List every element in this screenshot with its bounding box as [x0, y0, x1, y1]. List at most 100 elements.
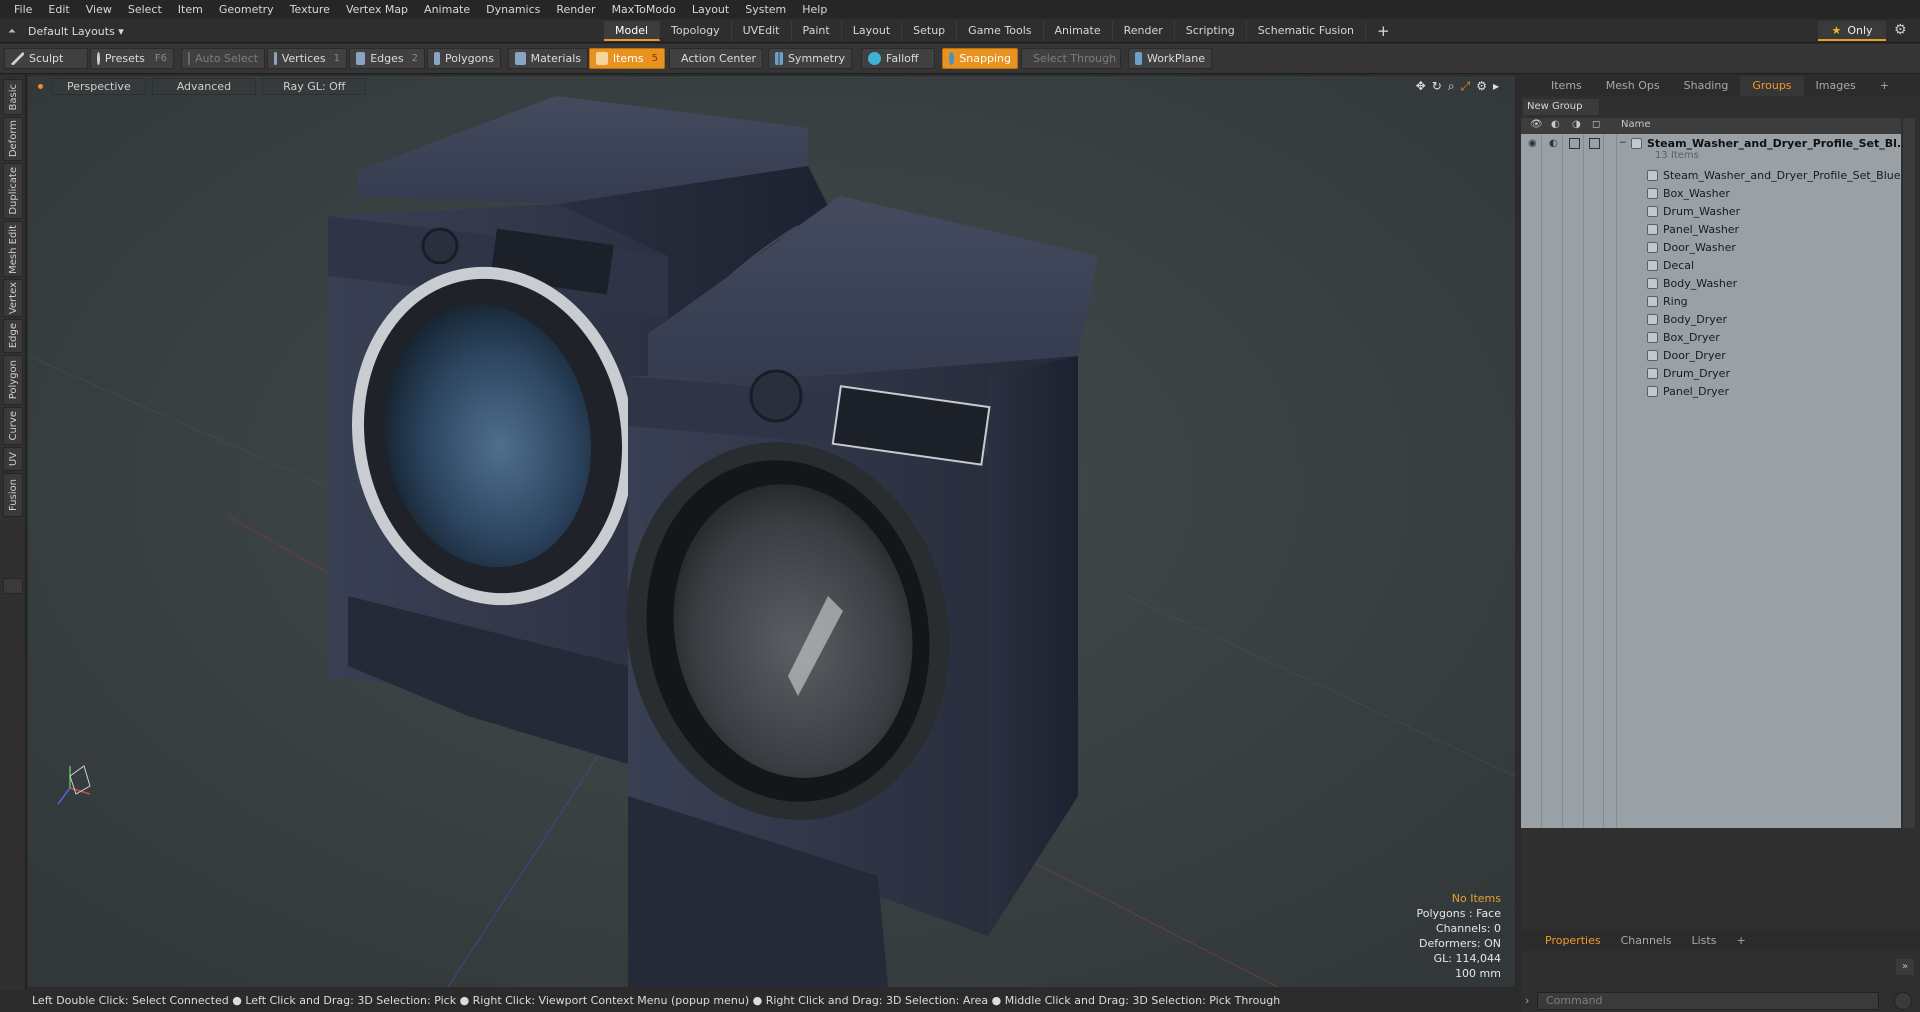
add-panel-tab-button[interactable]: +: [1868, 76, 1901, 96]
record-button[interactable]: [1894, 992, 1912, 1010]
list-item[interactable]: Body_Washer: [1521, 274, 1901, 292]
menu-layout[interactable]: Layout: [684, 0, 737, 19]
tab-polygon[interactable]: Polygon: [3, 355, 23, 405]
auto-select-button[interactable]: Auto Select: [181, 48, 265, 69]
tab-items[interactable]: Items: [1539, 76, 1594, 96]
gear-icon[interactable]: ⚙: [1894, 22, 1907, 38]
list-item[interactable]: Panel_Washer: [1521, 220, 1901, 238]
add-properties-tab-button[interactable]: +: [1726, 931, 1755, 951]
tab-edge[interactable]: Edge: [3, 319, 23, 353]
tab-shading[interactable]: Shading: [1672, 76, 1741, 96]
menu-vertex-map[interactable]: Vertex Map: [338, 0, 416, 19]
visibility-column-icon[interactable]: 👁: [1530, 119, 1543, 130]
menu-animate[interactable]: Animate: [416, 0, 478, 19]
lock-toggle-icon[interactable]: [1569, 137, 1580, 149]
menu-geometry[interactable]: Geometry: [211, 0, 282, 19]
layout-selector[interactable]: ⏶ Default Layouts ▾: [0, 19, 124, 43]
action-center-button[interactable]: Action Center: [669, 48, 763, 69]
maximize-view-icon[interactable]: ⤢: [1461, 79, 1471, 94]
menu-maxtomodo[interactable]: MaxToModo: [604, 0, 684, 19]
tab-properties[interactable]: Properties: [1535, 931, 1611, 951]
tab-topology[interactable]: Topology: [660, 21, 732, 41]
menu-select[interactable]: Select: [120, 0, 170, 19]
list-item[interactable]: Panel_Dryer: [1521, 382, 1901, 400]
items-button[interactable]: Items 5: [589, 48, 665, 69]
menu-file[interactable]: File: [6, 0, 40, 19]
snapping-button[interactable]: Snapping: [942, 48, 1018, 69]
list-item[interactable]: Drum_Dryer: [1521, 364, 1901, 382]
list-item[interactable]: Box_Dryer: [1521, 328, 1901, 346]
zoom-view-icon[interactable]: ⌕: [1448, 79, 1455, 94]
menu-dynamics[interactable]: Dynamics: [478, 0, 548, 19]
select-column-icon[interactable]: ◻: [1592, 119, 1600, 130]
tab-channels[interactable]: Channels: [1611, 931, 1682, 951]
rotate-view-icon[interactable]: ↻: [1432, 79, 1442, 94]
tab-schematic-fusion[interactable]: Schematic Fusion: [1247, 21, 1367, 41]
falloff-button[interactable]: Falloff: [861, 48, 935, 69]
list-item[interactable]: Door_Washer: [1521, 238, 1901, 256]
vertices-button[interactable]: Vertices 1: [267, 48, 347, 69]
viewport-menu-dot[interactable]: [38, 83, 43, 89]
tab-duplicate[interactable]: Duplicate: [3, 163, 23, 219]
select-toggle-icon[interactable]: [1589, 137, 1600, 149]
edges-button[interactable]: Edges 2: [349, 48, 425, 69]
list-item-root-group[interactable]: ◉ ◐ − Steam_Washer_and_Dryer_Profile_Set…: [1521, 134, 1909, 152]
lock-column-icon[interactable]: ◑: [1572, 119, 1581, 130]
tab-fusion[interactable]: Fusion: [3, 473, 23, 517]
tab-game-tools[interactable]: Game Tools: [957, 21, 1044, 41]
tab-animate[interactable]: Animate: [1044, 21, 1113, 41]
name-column-header[interactable]: Name: [1621, 119, 1651, 130]
menu-view[interactable]: View: [78, 0, 120, 19]
expand-arrow-icon[interactable]: ▸: [1493, 79, 1499, 94]
command-input[interactable]: Command: [1537, 992, 1879, 1010]
materials-button[interactable]: Materials: [508, 48, 588, 69]
tab-uvedit[interactable]: UVEdit: [732, 21, 792, 41]
tab-scripting[interactable]: Scripting: [1175, 21, 1247, 41]
view-mode-button[interactable]: Perspective: [52, 77, 146, 95]
tab-groups[interactable]: Groups: [1740, 76, 1804, 96]
tab-mesh-edit[interactable]: Mesh Edit: [3, 221, 23, 277]
menu-edit[interactable]: Edit: [40, 0, 77, 19]
symmetry-button[interactable]: Symmetry: [768, 48, 852, 69]
presets-button[interactable]: Presets F6: [90, 48, 174, 69]
panel-scrollbar[interactable]: [1903, 118, 1915, 828]
workplane-button[interactable]: WorkPlane: [1128, 48, 1212, 69]
menu-help[interactable]: Help: [794, 0, 835, 19]
only-button[interactable]: ★ Only: [1818, 21, 1886, 41]
tab-layout[interactable]: Layout: [842, 21, 903, 41]
tab-setup[interactable]: Setup: [902, 21, 958, 41]
list-item[interactable]: Door_Dryer: [1521, 346, 1901, 364]
list-item[interactable]: Box_Washer: [1521, 184, 1901, 202]
tab-vertex[interactable]: Vertex: [3, 279, 23, 317]
menu-system[interactable]: System: [737, 0, 794, 19]
tab-curve[interactable]: Curve: [3, 407, 23, 445]
expand-icon[interactable]: »: [1896, 959, 1914, 975]
viewport-settings-icon[interactable]: ⚙: [1476, 79, 1487, 94]
tab-lists[interactable]: Lists: [1682, 931, 1727, 951]
eye-icon[interactable]: ◉: [1528, 138, 1537, 149]
render-toggle-icon[interactable]: ◐: [1549, 138, 1558, 149]
raygl-button[interactable]: Ray GL: Off: [262, 77, 367, 95]
collapse-arrow-icon[interactable]: −: [1619, 138, 1627, 148]
list-item[interactable]: Drum_Washer: [1521, 202, 1901, 220]
list-item[interactable]: Body_Dryer: [1521, 310, 1901, 328]
polygons-button[interactable]: Polygons: [427, 48, 501, 69]
menu-item[interactable]: Item: [170, 0, 211, 19]
new-group-button[interactable]: New Group: [1523, 99, 1599, 115]
menu-texture[interactable]: Texture: [282, 0, 338, 19]
tab-model[interactable]: Model: [604, 21, 661, 41]
add-tab-button[interactable]: +: [1366, 21, 1401, 41]
sculpt-button[interactable]: Sculpt: [4, 48, 88, 69]
select-through-button[interactable]: Select Through: [1021, 48, 1121, 69]
tab-mesh-ops[interactable]: Mesh Ops: [1594, 76, 1672, 96]
panel-toggle-button[interactable]: [3, 578, 23, 594]
list-item[interactable]: Decal: [1521, 256, 1901, 274]
list-item[interactable]: Ring: [1521, 292, 1901, 310]
tab-uv[interactable]: UV: [3, 447, 23, 471]
tab-deform[interactable]: Deform: [3, 117, 23, 161]
tab-basic[interactable]: Basic: [3, 79, 23, 115]
render-column-icon[interactable]: ◐: [1551, 119, 1560, 130]
tab-images[interactable]: Images: [1804, 76, 1868, 96]
move-view-icon[interactable]: ✥: [1416, 79, 1426, 94]
tab-render[interactable]: Render: [1113, 21, 1175, 41]
